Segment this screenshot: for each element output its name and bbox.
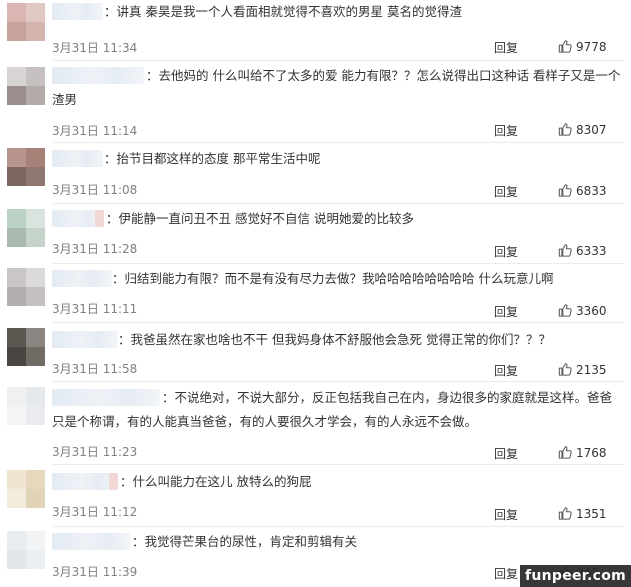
like-count: 3360 <box>576 304 607 318</box>
divider <box>52 60 624 61</box>
username-redacted[interactable] <box>52 270 112 287</box>
comment-timestamp: 3月31日 11:28 <box>52 242 138 256</box>
like-count: 8307 <box>576 123 607 137</box>
avatar[interactable] <box>7 531 45 569</box>
reply-button[interactable]: 回复 <box>494 445 518 462</box>
avatar[interactable] <box>7 67 45 105</box>
comment-timestamp: 3月31日 11:08 <box>52 183 138 197</box>
like-count: 2135 <box>576 363 607 377</box>
thumbs-up-icon <box>558 184 572 197</box>
username-redacted[interactable] <box>52 473 118 490</box>
like-button[interactable]: 1768 <box>558 445 607 460</box>
like-count: 6333 <box>576 244 607 258</box>
comment-timestamp: 3月31日 11:39 <box>52 565 138 579</box>
divider <box>52 381 624 382</box>
comment-text: ：去他妈的 什么叫给不了太多的爱 能力有限？？怎么说得出口这种话 看样子又是一个… <box>52 68 621 107</box>
thumbs-up-icon <box>558 244 572 257</box>
like-count: 6833 <box>576 184 607 198</box>
username-redacted[interactable] <box>52 150 103 167</box>
like-count: 9778 <box>576 40 607 54</box>
comment-text: ：不说绝对，不说大部分，反正包括我自己在内，身边很多的家庭就是这样。爸爸只是个称… <box>52 390 613 429</box>
avatar[interactable] <box>7 209 45 247</box>
comment-text: ：抬节目都这样的态度 那平常生活中呢 <box>104 151 321 166</box>
comment-text: ：归结到能力有限？而不是有没有尽力去做？我哈哈哈哈哈哈哈哈 什么玩意儿啊 <box>112 271 554 286</box>
comment-timestamp: 3月31日 11:11 <box>52 302 138 316</box>
divider <box>52 203 624 204</box>
comment-text: ：讲真 秦昊是我一个人看面相就觉得不喜欢的男星 莫名的觉得渣 <box>104 4 462 19</box>
username-redacted[interactable] <box>52 210 104 227</box>
avatar[interactable] <box>7 268 45 306</box>
avatar[interactable] <box>7 328 45 366</box>
like-button[interactable]: 1351 <box>558 506 607 521</box>
comment-text: ：我爸虽然在家也啥也不干 但我妈身体不舒服他会急死 觉得正常的你们？？？ <box>118 332 551 347</box>
avatar[interactable] <box>7 3 45 41</box>
comment-timestamp: 3月31日 11:12 <box>52 505 138 519</box>
username-redacted[interactable] <box>52 3 103 20</box>
like-button[interactable]: 6833 <box>558 183 607 198</box>
thumbs-up-icon <box>558 304 572 317</box>
like-button[interactable]: 9778 <box>558 39 607 54</box>
username-redacted[interactable] <box>52 331 118 348</box>
thumbs-up-icon <box>558 40 572 53</box>
like-count: 1351 <box>576 507 607 521</box>
divider <box>52 263 624 264</box>
watermark: funpeer.com <box>520 565 631 587</box>
avatar[interactable] <box>7 470 45 508</box>
avatar[interactable] <box>7 387 45 425</box>
divider <box>52 464 624 465</box>
reply-button[interactable]: 回复 <box>494 243 518 260</box>
comment-text: ：我觉得芒果台的尿性，肯定和剪辑有关 <box>132 534 358 549</box>
comment-timestamp: 3月31日 11:14 <box>52 124 138 138</box>
reply-button[interactable]: 回复 <box>494 303 518 320</box>
reply-button[interactable]: 回复 <box>494 39 518 56</box>
divider <box>52 322 624 323</box>
reply-button[interactable]: 回复 <box>494 183 518 200</box>
comment-timestamp: 3月31日 11:58 <box>52 362 138 376</box>
comment-timestamp: 3月31日 11:34 <box>52 41 138 55</box>
avatar[interactable] <box>7 148 45 186</box>
thumbs-up-icon <box>558 507 572 520</box>
thumbs-up-icon <box>558 446 572 459</box>
like-button[interactable]: 6333 <box>558 243 607 258</box>
thumbs-up-icon <box>558 123 572 136</box>
divider <box>52 526 624 527</box>
comment-text: ：伊能静一直问丑不丑 感觉好不自信 说明她爱的比较多 <box>106 211 414 226</box>
reply-button[interactable]: 回复 <box>494 122 518 139</box>
like-button[interactable]: 2135 <box>558 362 607 377</box>
like-count: 1768 <box>576 446 607 460</box>
thumbs-up-icon <box>558 363 572 376</box>
username-redacted[interactable] <box>52 533 130 550</box>
reply-button[interactable]: 回复 <box>494 565 518 582</box>
comment-text: ：什么叫能力在这儿 放特么的狗屁 <box>120 474 312 489</box>
reply-button[interactable]: 回复 <box>494 362 518 379</box>
divider <box>52 142 624 143</box>
reply-button[interactable]: 回复 <box>494 506 518 523</box>
comment-timestamp: 3月31日 11:23 <box>52 445 138 459</box>
like-button[interactable]: 3360 <box>558 303 607 318</box>
like-button[interactable]: 8307 <box>558 122 607 137</box>
